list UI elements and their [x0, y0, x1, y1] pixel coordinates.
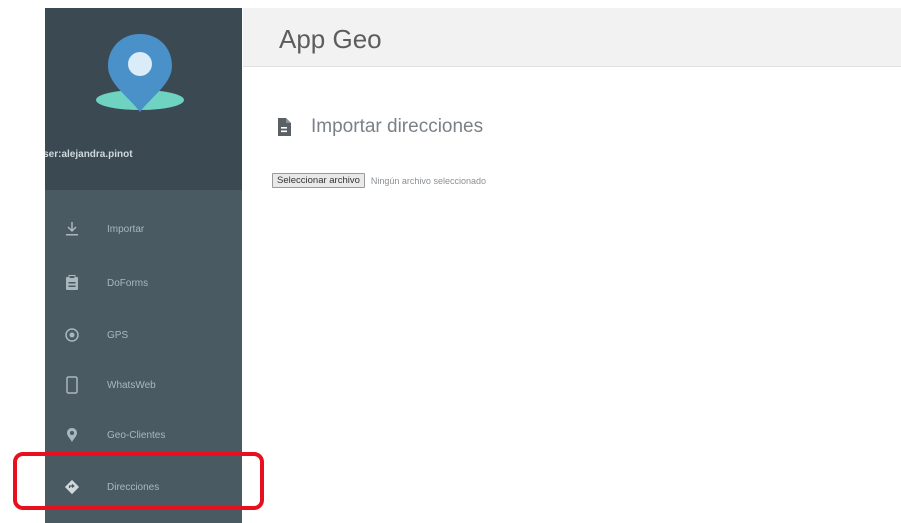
map-pin-logo-icon — [96, 34, 184, 112]
sidebar-item-whatsweb[interactable]: WhatsWeb — [45, 366, 242, 406]
sidebar-item-geo-clientes[interactable]: Geo-Clientes — [45, 416, 242, 456]
sidebar-item-doforms[interactable]: DoForms — [45, 264, 242, 304]
select-file-button[interactable]: Seleccionar archivo — [272, 173, 365, 188]
file-input: Seleccionar archivo Ningún archivo selec… — [272, 173, 486, 188]
file-status: Ningún archivo seleccionado — [370, 175, 486, 186]
username: user:alejandra.pinot — [45, 149, 133, 160]
app-header: App Geo — [243, 8, 901, 67]
sidebar: user:alejandra.pinot Importar DoForms GP… — [45, 8, 242, 523]
section-heading: Importar direcciones — [277, 116, 483, 138]
clipboard-icon — [63, 274, 81, 292]
sidebar-item-label: GPS — [107, 330, 129, 341]
phone-icon — [63, 376, 81, 394]
sidebar-item-label: Importar — [107, 224, 145, 235]
sidebar-profile: user:alejandra.pinot — [45, 8, 242, 190]
sidebar-item-label: WhatsWeb — [107, 380, 156, 391]
sidebar-item-importar[interactable]: Importar — [45, 210, 242, 250]
highlight-box — [13, 452, 264, 510]
gps-icon — [63, 326, 81, 344]
app-title: App Geo — [279, 24, 382, 54]
document-icon — [278, 118, 291, 136]
download-icon — [63, 220, 81, 238]
sidebar-item-label: DoForms — [107, 278, 149, 289]
sidebar-item-gps[interactable]: GPS — [45, 316, 242, 356]
section-title: Importar direcciones — [311, 116, 484, 137]
location-pin-icon — [63, 426, 81, 444]
sidebar-item-label: Geo-Clientes — [107, 430, 166, 441]
